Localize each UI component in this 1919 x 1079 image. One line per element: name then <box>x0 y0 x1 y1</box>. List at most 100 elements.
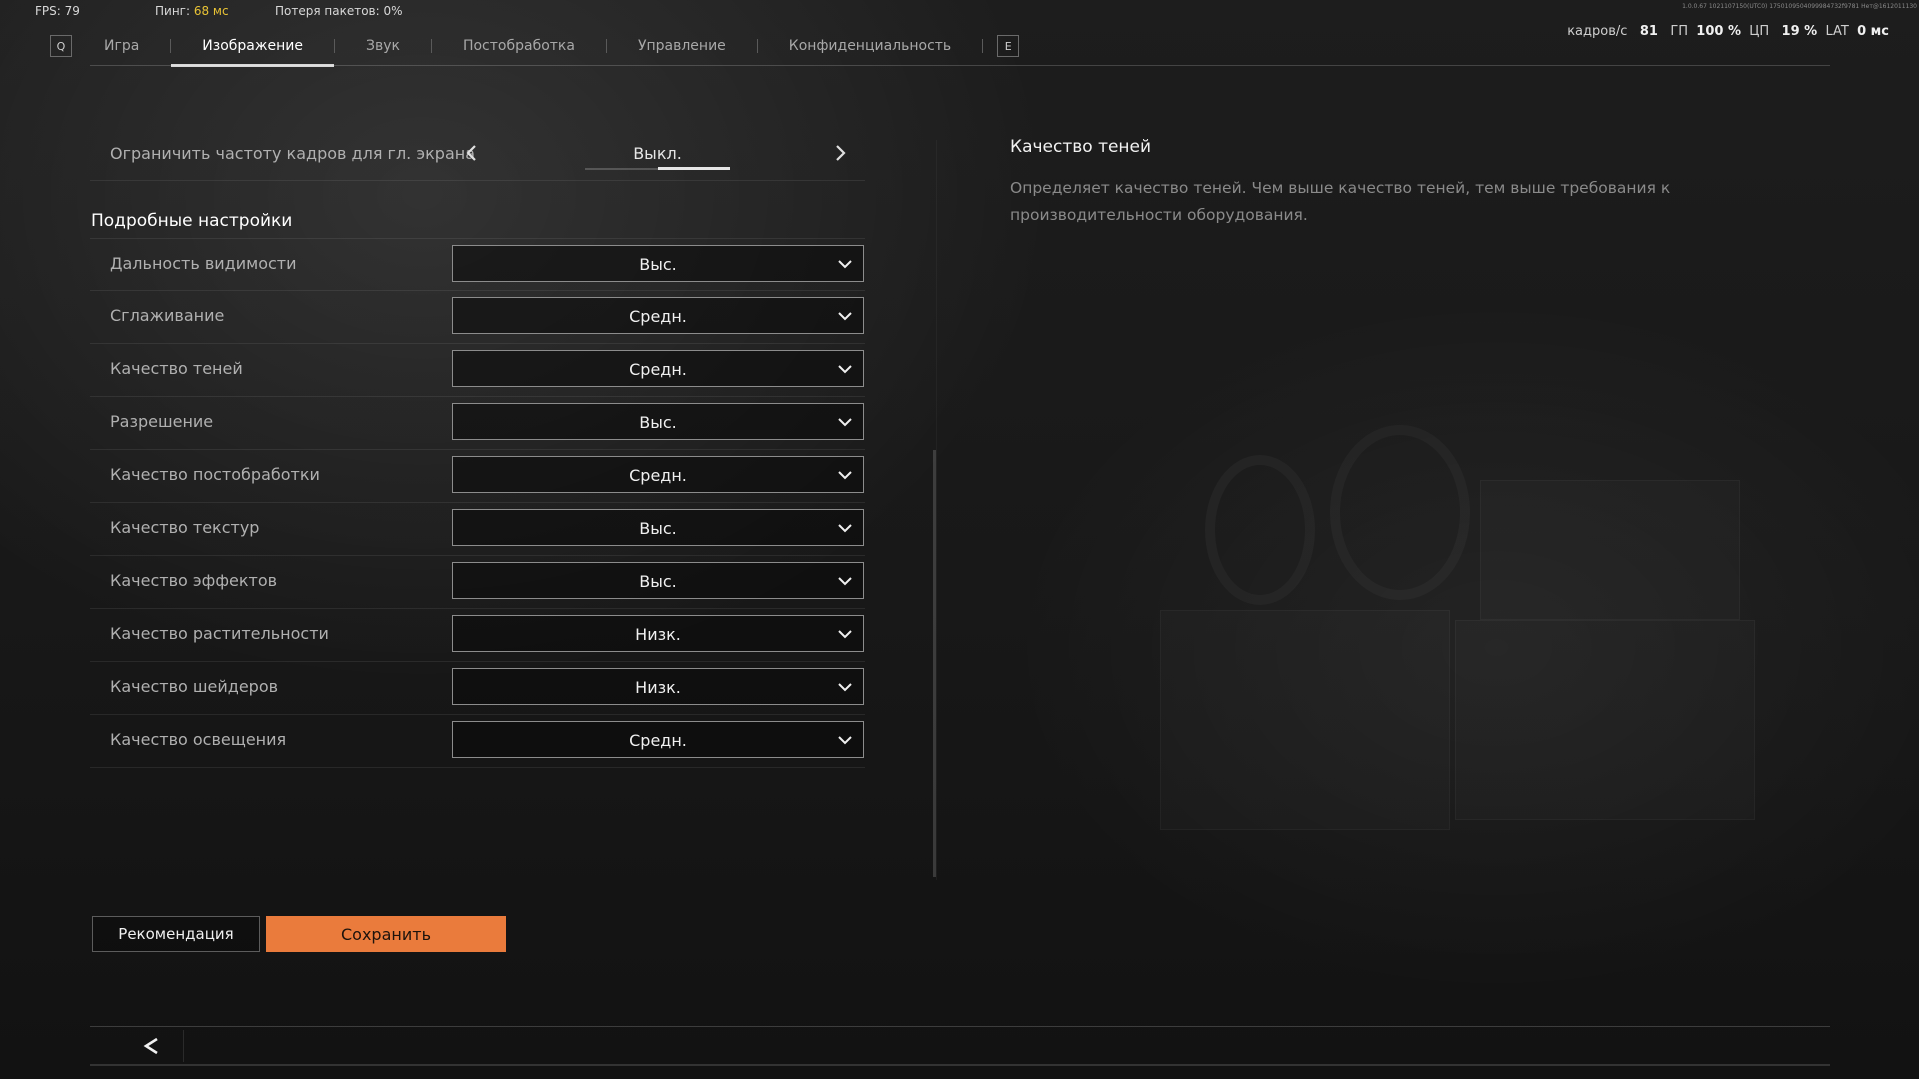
fps-limit-track-fill <box>658 167 730 170</box>
setting-row-antialiasing: Сглаживание Средн. <box>90 291 865 344</box>
footer-bottom-line <box>90 1064 1830 1066</box>
tab-separator <box>982 39 984 53</box>
setting-label: Качество шейдеров <box>110 677 279 696</box>
dropdown-value: Низк. <box>635 678 681 697</box>
background-reel-decoration <box>1205 455 1315 605</box>
fps-limit-value: Выкл. <box>633 144 682 163</box>
stats-cpu-value: 19 % <box>1781 24 1818 39</box>
vegetation-quality-dropdown[interactable]: Низк. <box>452 615 864 652</box>
setting-description-text: Определяет качество теней. Чем выше каче… <box>1010 179 1671 224</box>
ping-value: 68 мс <box>193 4 229 18</box>
dropdown-value: Выс. <box>639 413 677 432</box>
panel-divider <box>936 140 937 880</box>
setting-row-resolution: Разрешение Выс. <box>90 397 865 450</box>
chevron-down-icon <box>838 365 852 374</box>
dropdown-value: Выс. <box>639 572 677 591</box>
setting-row-effects-quality: Качество эффектов Выс. <box>90 556 865 609</box>
chevron-down-icon <box>838 630 852 639</box>
fps-counter: FPS: 79 <box>35 4 80 18</box>
setting-label: Качество эффектов <box>110 571 278 590</box>
setting-description-title: Качество теней <box>1010 137 1152 157</box>
tab-postprocessing[interactable]: Постобработка <box>432 26 606 66</box>
dropdown-value: Выс. <box>639 519 677 538</box>
fps-limit-prev-button[interactable] <box>458 139 484 167</box>
fps-limit-label: Ограничить частоту кадров для гл. экрана <box>110 144 476 163</box>
stats-lat-label: LAT <box>1825 24 1849 39</box>
fps-limit-next-button[interactable] <box>828 139 854 167</box>
back-arrow-icon <box>143 1037 158 1055</box>
chevron-left-icon <box>466 145 476 161</box>
background-reel-decoration <box>1330 425 1470 600</box>
setting-label: Дальность видимости <box>110 254 297 273</box>
background-equipment-decoration <box>1160 610 1450 830</box>
setting-label: Разрешение <box>110 412 214 431</box>
ping-indicator: Пинг: 68 мс <box>155 4 229 18</box>
effects-quality-dropdown[interactable]: Выс. <box>452 562 864 599</box>
stats-gpu-label: ГП <box>1670 24 1689 39</box>
setting-label: Качество освещения <box>110 730 287 749</box>
settings-tabs: Q Игра Изображение Звук Постобработка Уп… <box>50 26 1020 67</box>
dropdown-value: Средн. <box>629 307 687 326</box>
stats-cpu-label: ЦП <box>1749 24 1770 39</box>
stats-overlay: кадров/с 81 ГП 100 % ЦП 19 % LAT 0 мс <box>1567 24 1889 39</box>
stats-lat-value: 0 мс <box>1857 24 1889 39</box>
footer-divider <box>90 1026 1830 1027</box>
setting-label: Сглаживание <box>110 306 225 325</box>
build-info: 1.0.0.67 1021107150(UTC0) 17501095040999… <box>1682 3 1917 10</box>
tab-game[interactable]: Игра <box>72 26 170 66</box>
chevron-right-icon <box>836 145 846 161</box>
back-button[interactable] <box>118 1030 184 1062</box>
header-divider <box>90 65 1830 66</box>
ping-label: Пинг: <box>155 4 191 18</box>
setting-label: Качество растительности <box>110 624 329 643</box>
dropdown-value: Выс. <box>639 255 677 274</box>
setting-row-view-distance: Дальность видимости Выс. <box>90 238 865 291</box>
tab-graphics[interactable]: Изображение <box>171 26 334 67</box>
chevron-down-icon <box>838 577 852 586</box>
background-equipment-decoration <box>1480 480 1740 620</box>
view-distance-dropdown[interactable]: Выс. <box>452 245 864 282</box>
chevron-down-icon <box>838 524 852 533</box>
shadow-quality-dropdown[interactable]: Средн. <box>452 350 864 387</box>
next-tab-key[interactable]: E <box>997 35 1020 57</box>
tab-controls[interactable]: Управление <box>607 26 757 66</box>
chevron-down-icon <box>838 683 852 692</box>
setting-row-lighting-quality: Качество освещения Средн. <box>90 715 865 768</box>
tab-privacy[interactable]: Конфиденциальность <box>758 26 982 66</box>
setting-row-shadow-quality: Качество теней Средн. <box>90 344 865 397</box>
chevron-down-icon <box>838 418 852 427</box>
setting-label: Качество текстур <box>110 518 260 537</box>
dropdown-value: Средн. <box>629 466 687 485</box>
shader-quality-dropdown[interactable]: Низк. <box>452 668 864 705</box>
tab-sound[interactable]: Звук <box>335 26 431 66</box>
save-button[interactable]: Сохранить <box>266 916 506 952</box>
setting-label: Качество теней <box>110 359 243 378</box>
settings-scrollbar[interactable] <box>933 450 936 877</box>
postprocessing-quality-dropdown[interactable]: Средн. <box>452 456 864 493</box>
dropdown-value: Средн. <box>629 360 687 379</box>
setting-row-vegetation-quality: Качество растительности Низк. <box>90 609 865 662</box>
chevron-down-icon <box>838 312 852 321</box>
section-title: Подробные настройки <box>91 211 293 231</box>
fps-limit-row: Ограничить частоту кадров для гл. экрана… <box>90 125 865 181</box>
recommend-button[interactable]: Рекомендация <box>92 916 260 952</box>
texture-quality-dropdown[interactable]: Выс. <box>452 509 864 546</box>
antialiasing-dropdown[interactable]: Средн. <box>452 297 864 334</box>
chevron-down-icon <box>838 736 852 745</box>
stats-gpu-value: 100 % <box>1696 24 1741 39</box>
settings-screen: FPS: 79 Пинг: 68 мс Потеря пакетов: 0% 1… <box>0 0 1919 1079</box>
prev-tab-key[interactable]: Q <box>50 35 72 57</box>
dropdown-value: Низк. <box>635 625 681 644</box>
resolution-dropdown[interactable]: Выс. <box>452 403 864 440</box>
background-equipment-decoration <box>1455 620 1755 820</box>
packet-loss-indicator: Потеря пакетов: 0% <box>275 4 403 18</box>
stats-fps-value: 81 <box>1639 24 1658 39</box>
dropdown-value: Средн. <box>629 731 687 750</box>
stats-fps-label: кадров/с <box>1567 24 1628 39</box>
setting-label: Качество постобработки <box>110 465 320 484</box>
chevron-down-icon <box>838 260 852 269</box>
setting-row-texture-quality: Качество текстур Выс. <box>90 503 865 556</box>
setting-row-postprocessing-quality: Качество постобработки Средн. <box>90 450 865 503</box>
chevron-down-icon <box>838 471 852 480</box>
lighting-quality-dropdown[interactable]: Средн. <box>452 721 864 758</box>
